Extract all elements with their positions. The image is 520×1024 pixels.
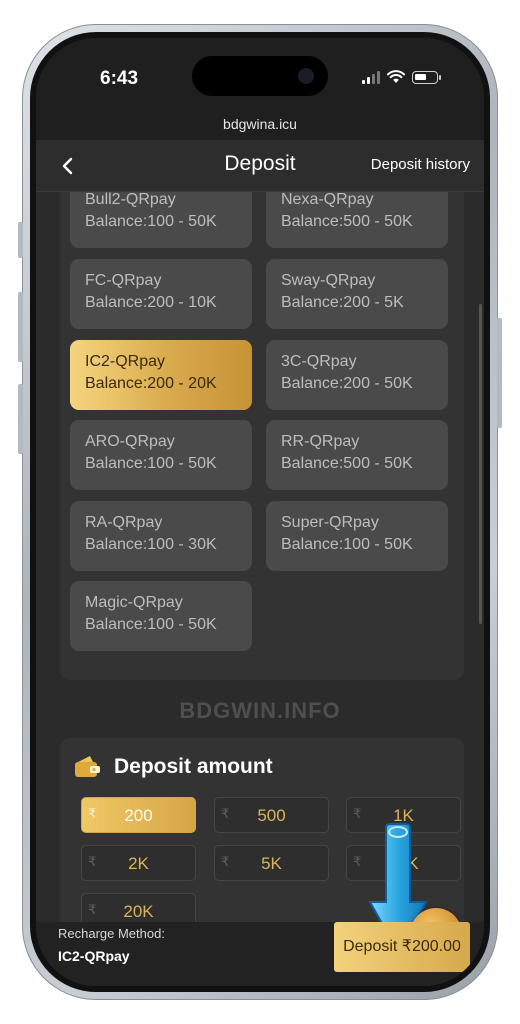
channel-card[interactable]: Sway-QRpay Balance:200 - 5K — [266, 259, 448, 329]
channel-name: 3C-QRpay — [281, 353, 357, 370]
amount-option[interactable]: ₹ 2K — [81, 845, 196, 881]
wallet-icon — [75, 756, 100, 777]
channel-card[interactable]: Magic-QRpay Balance:100 - 50K — [70, 581, 252, 651]
amount-option[interactable]: ₹ 5K — [214, 845, 329, 881]
battery-level — [415, 73, 426, 80]
power-button — [497, 318, 502, 428]
bottom-bar: Recharge Method: IC2-QRpay Deposit ₹200.… — [36, 922, 484, 986]
channel-card[interactable]: Bull2-QRpay Balance:100 - 50K — [70, 192, 252, 248]
amount-value: 5K — [261, 854, 282, 873]
status-bar: 6:43 — [36, 38, 484, 110]
channel-balance: Balance:200 - 5K — [281, 294, 404, 311]
channel-balance: Balance:200 - 10K — [85, 294, 217, 311]
channel-name: ARO-QRpay — [85, 433, 175, 450]
channel-balance: Balance:100 - 50K — [85, 616, 217, 633]
channel-card-selected[interactable]: IC2-QRpay Balance:200 - 20K — [70, 340, 252, 410]
channel-balance: Balance:100 - 50K — [85, 455, 217, 472]
channel-balance: Balance:200 - 20K — [85, 375, 217, 392]
amount-value: 2K — [128, 854, 149, 873]
amount-value: 500 — [257, 806, 286, 825]
channel-card[interactable]: RR-QRpay Balance:500 - 50K — [266, 420, 448, 490]
channel-balance: Balance:200 - 50K — [281, 375, 413, 392]
wifi-icon — [387, 70, 405, 83]
channel-card[interactable]: ARO-QRpay Balance:100 - 50K — [70, 420, 252, 490]
content-area[interactable]: Bull2-QRpay Balance:100 - 50K Nexa-QRpay… — [36, 192, 484, 922]
recharge-method-label: Recharge Method: — [58, 926, 165, 941]
browser-url[interactable]: bdgwina.icu — [36, 110, 484, 140]
deposit-amount-title: Deposit amount — [114, 755, 273, 778]
channel-name: IC2-QRpay — [85, 353, 166, 370]
channel-card[interactable]: Nexa-QRpay Balance:500 - 50K — [266, 192, 448, 248]
channel-name: Sway-QRpay — [281, 272, 376, 289]
amount-option-selected[interactable]: ₹ 200 — [81, 797, 196, 833]
channel-name: RA-QRpay — [85, 514, 163, 531]
watermark: BDGWIN.INFO — [179, 698, 341, 723]
amount-option[interactable]: ₹ 20K — [81, 893, 196, 922]
silent-switch — [18, 222, 23, 258]
payment-channel-panel: Bull2-QRpay Balance:100 - 50K Nexa-QRpay… — [60, 192, 464, 680]
front-camera — [298, 68, 314, 84]
channel-name: FC-QRpay — [85, 272, 162, 289]
channel-balance: Balance:100 - 50K — [281, 536, 413, 553]
nav-bar: Deposit Deposit history — [36, 140, 484, 192]
channel-name: RR-QRpay — [281, 433, 360, 450]
screen: 6:43 bdgwina.icu Deposit Deposit history… — [36, 38, 484, 986]
scrollbar[interactable] — [479, 304, 482, 624]
volume-down-button — [18, 384, 23, 454]
channel-card[interactable]: FC-QRpay Balance:200 - 10K — [70, 259, 252, 329]
amount-value: 200 — [124, 806, 153, 825]
channel-name: Super-QRpay — [281, 514, 379, 531]
channel-name: Magic-QRpay — [85, 594, 183, 611]
channel-card[interactable]: Super-QRpay Balance:100 - 50K — [266, 501, 448, 571]
channel-balance: Balance:100 - 30K — [85, 536, 217, 553]
status-icons — [362, 70, 441, 84]
pointer-arrow-icon — [368, 823, 428, 922]
recharge-method-value: IC2-QRpay — [58, 948, 130, 964]
channel-balance: Balance:100 - 50K — [85, 213, 217, 230]
channel-name: Nexa-QRpay — [281, 192, 374, 208]
phone-bezel: 6:43 bdgwina.icu Deposit Deposit history… — [30, 32, 490, 992]
cellular-signal-icon — [362, 70, 380, 84]
deposit-history-link[interactable]: Deposit history — [371, 156, 470, 173]
channel-card[interactable]: 3C-QRpay Balance:200 - 50K — [266, 340, 448, 410]
amount-option[interactable]: ₹ 500 — [214, 797, 329, 833]
amount-value: 20K — [123, 902, 154, 921]
battery-icon — [412, 70, 441, 84]
deposit-amount-header: Deposit amount — [74, 754, 273, 780]
dynamic-island — [192, 56, 328, 96]
channel-name: Bull2-QRpay — [85, 192, 176, 208]
volume-up-button — [18, 292, 23, 362]
deposit-button[interactable]: Deposit ₹200.00 — [334, 922, 470, 972]
channel-card[interactable]: RA-QRpay Balance:100 - 30K — [70, 501, 252, 571]
channel-balance: Balance:500 - 50K — [281, 455, 413, 472]
status-time: 6:43 — [100, 68, 139, 89]
channel-balance: Balance:500 - 50K — [281, 213, 413, 230]
